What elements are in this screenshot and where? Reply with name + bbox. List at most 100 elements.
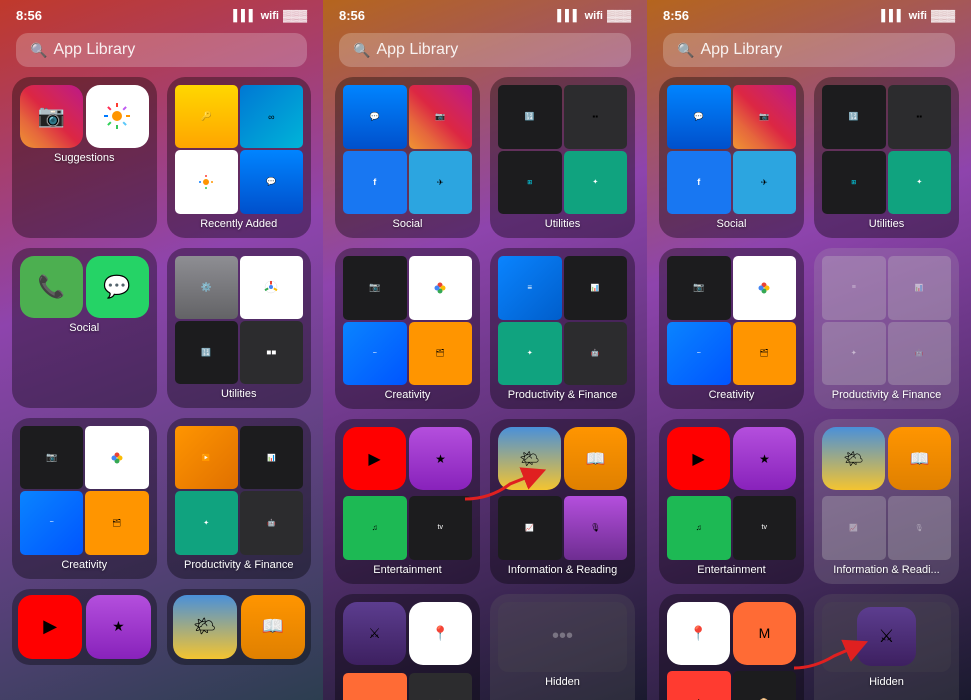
folder-creativity-p2[interactable]: 📷 ~ 🗂 Creativity [335,248,480,409]
label-social-p3: Social [717,218,747,230]
folder-productivity-p1[interactable]: ▶️ 📊 ✦ 🤖 Productivity & Finance [167,418,312,579]
folder-creativity-p1[interactable]: 📷 ~ 🗂 Creativity [12,418,157,579]
icon-apptv-p2: tv [409,496,473,560]
icon-keys: 🔑 [175,85,238,148]
icon-clash-p3: ⚔ [857,607,915,665]
icon-pr4: 🤖 [240,491,303,554]
icon-telegram-p3: ✈ [733,151,797,215]
label-productivity-p2: Productivity & Finance [508,389,617,401]
battery-icon-3: ▓▓▓ [931,10,955,22]
label-recently-added: Recently Added [200,218,277,230]
label-hidden-p3: Hidden [869,676,904,688]
folder-creativity-p3[interactable]: 📷 ~ 🗂 Creativity [659,248,804,409]
icon-photos2 [175,150,238,213]
search-bar-1[interactable]: 🔍 App Library [16,33,307,67]
icon-instagram-p3: 📷 [733,85,797,149]
battery-icon: ▓▓▓ [283,10,307,22]
icon-stocks-p2: 📈 [498,496,562,560]
icon-podcasts-p2: 🎙 [564,496,628,560]
folder-social-p1[interactable]: 📞 💬 Social [12,248,157,409]
icon-facebook-p3: f [667,151,731,215]
app-grid-3: 💬 📷 f ✈ Social 🔢 ▪▪ ⊞ ✦ Utilities [647,77,971,700]
icon-other3-p3: ! [667,671,731,700]
folder-productivity-p2[interactable]: ≡ 📊 ✦ 🤖 Productivity & Finance [490,248,635,409]
icon-phone: 📞 [20,256,83,319]
icon-apptv-p3: tv [733,496,797,560]
icon-maps-p3: 📍 [667,602,730,665]
icon-weather-p1: 🌤 [173,595,237,659]
icon-clash-p2: ⚔ [343,602,406,665]
icon-pr2-p2: 📊 [564,256,628,320]
icon-melon-p3: M [733,602,796,665]
app-grid-1: 📷 [0,77,323,665]
icon-whatsapp: 💬 [86,256,149,319]
icon-cr4: 🗂 [85,491,148,554]
label-hidden-p2: Hidden [545,676,580,688]
folder-other-p3[interactable]: 📍 M ! 📦 Other [659,594,804,700]
icon-camera-p2: 📷 [343,256,407,320]
icon-facebook-p2: f [343,151,407,215]
icon-pr1-p2: ≡ [498,256,562,320]
icon-googlephotos [85,426,148,489]
search-placeholder-2: App Library [376,41,458,59]
label-utilities-p1: Utilities [221,388,256,400]
folder-productivity-p3[interactable]: ≡ 📊 ✦ 🤖 Productivity & Finance [814,248,959,409]
folder-reading-partial[interactable]: 🌤 📖 [167,589,312,665]
icon-ut3-p3: ⊞ [822,151,886,215]
folder-entertainment-p2[interactable]: ▶ ★ ♫ tv Entertainment [335,419,480,584]
label-productivity-p3: Productivity & Finance [832,389,941,401]
icon-books-p1: 📖 [241,595,305,659]
label-entertainment-p2: Entertainment [373,564,441,576]
icon-youtube-p2: ▶ [343,427,406,490]
icon-bezel-p2: ★ [409,427,472,490]
folder-reading-p2[interactable]: 🌤 📖 📈 🎙 Information & Reading [490,419,635,584]
folder-utilities-p2[interactable]: 🔢 ▪▪ ⊞ ✦ Utilities [490,77,635,238]
folder-hidden-p3[interactable]: ⚔ Hidden [814,594,959,700]
folder-other-p2[interactable]: ⚔ 📍 M 📦 Other [335,594,480,700]
icon-messenger-p2: 💬 [343,85,407,149]
icon-chrome [240,256,303,319]
folder-entertainment-p3[interactable]: ▶ ★ ♫ tv Entertainment [659,419,804,584]
icon-rd3-p3: 📈 [822,496,886,560]
icon-youtube-p3: ▶ [667,427,730,490]
label-entertainment-p3: Entertainment [697,564,765,576]
folder-utilities-p3[interactable]: 🔢 ▪▪ ⊞ ✦ Utilities [814,77,959,238]
label-utilities-p2: Utilities [545,218,580,230]
wifi-icon: wifi [261,10,279,22]
status-icons-1: ▌▌▌ wifi ▓▓▓ [233,10,307,22]
wifi-icon-3: wifi [909,10,927,22]
icon-other4-p3: 📦 [733,671,797,700]
folder-social-p3[interactable]: 💬 📷 f ✈ Social [659,77,804,238]
search-bar-2[interactable]: 🔍 App Library [339,33,631,67]
icon-maps-p2: 📍 [409,602,472,665]
icon-pr3-p3: ✦ [822,322,886,386]
icon-settings: ⚙️ [175,256,238,319]
icon-ut2-p3: ▪▪ [888,85,952,149]
icon-messenger-p3: 💬 [667,85,731,149]
wifi-icon-2: wifi [585,10,603,22]
icon-rd4-p3: 🎙 [888,496,952,560]
search-bar-3[interactable]: 🔍 App Library [663,33,955,67]
folder-hidden-p2[interactable]: ••• Hidden [490,594,635,700]
folder-reading-p3[interactable]: 🌤 📖 📈 🎙 Information & Readi... [814,419,959,584]
icon-ut4: ✦ [564,151,628,215]
signal-icon: ▌▌▌ [233,10,256,22]
folder-social-p2[interactable]: 💬 📷 f ✈ Social [335,77,480,238]
icon-util4: ◼◼ [240,321,303,384]
icon-telegram-p2: ✈ [409,151,473,215]
folder-recently-added[interactable]: 🔑 ∞ 💬 Recently Added [167,77,312,238]
icon-bezel-p3: ★ [733,427,796,490]
icon-other4-p2: 📦 [409,673,473,700]
folder-suggestions[interactable]: 📷 [12,77,157,238]
icon-calc-p2: 🔢 [498,85,562,149]
folder-entertainment-partial[interactable]: ▶ ★ [12,589,157,665]
icon-weather-p3: 🌤 [822,427,885,490]
label-creativity-p1: Creativity [61,559,107,571]
label-creativity-p3: Creativity [709,389,755,401]
label-productivity-p1: Productivity & Finance [184,559,293,571]
phone-panel-2: 8:56 ▌▌▌ wifi ▓▓▓ 🔍 App Library 💬 📷 f ✈ … [323,0,647,700]
status-icons-3: ▌▌▌ wifi ▓▓▓ [881,10,955,22]
folder-utilities-p1[interactable]: ⚙️ 🔢 ◼◼ Utilities [167,248,312,409]
icon-youtube-p1: ▶ [18,595,82,659]
phone-panel-3: 8:56 ▌▌▌ wifi ▓▓▓ 🔍 App Library 💬 📷 f ✈ … [647,0,971,700]
